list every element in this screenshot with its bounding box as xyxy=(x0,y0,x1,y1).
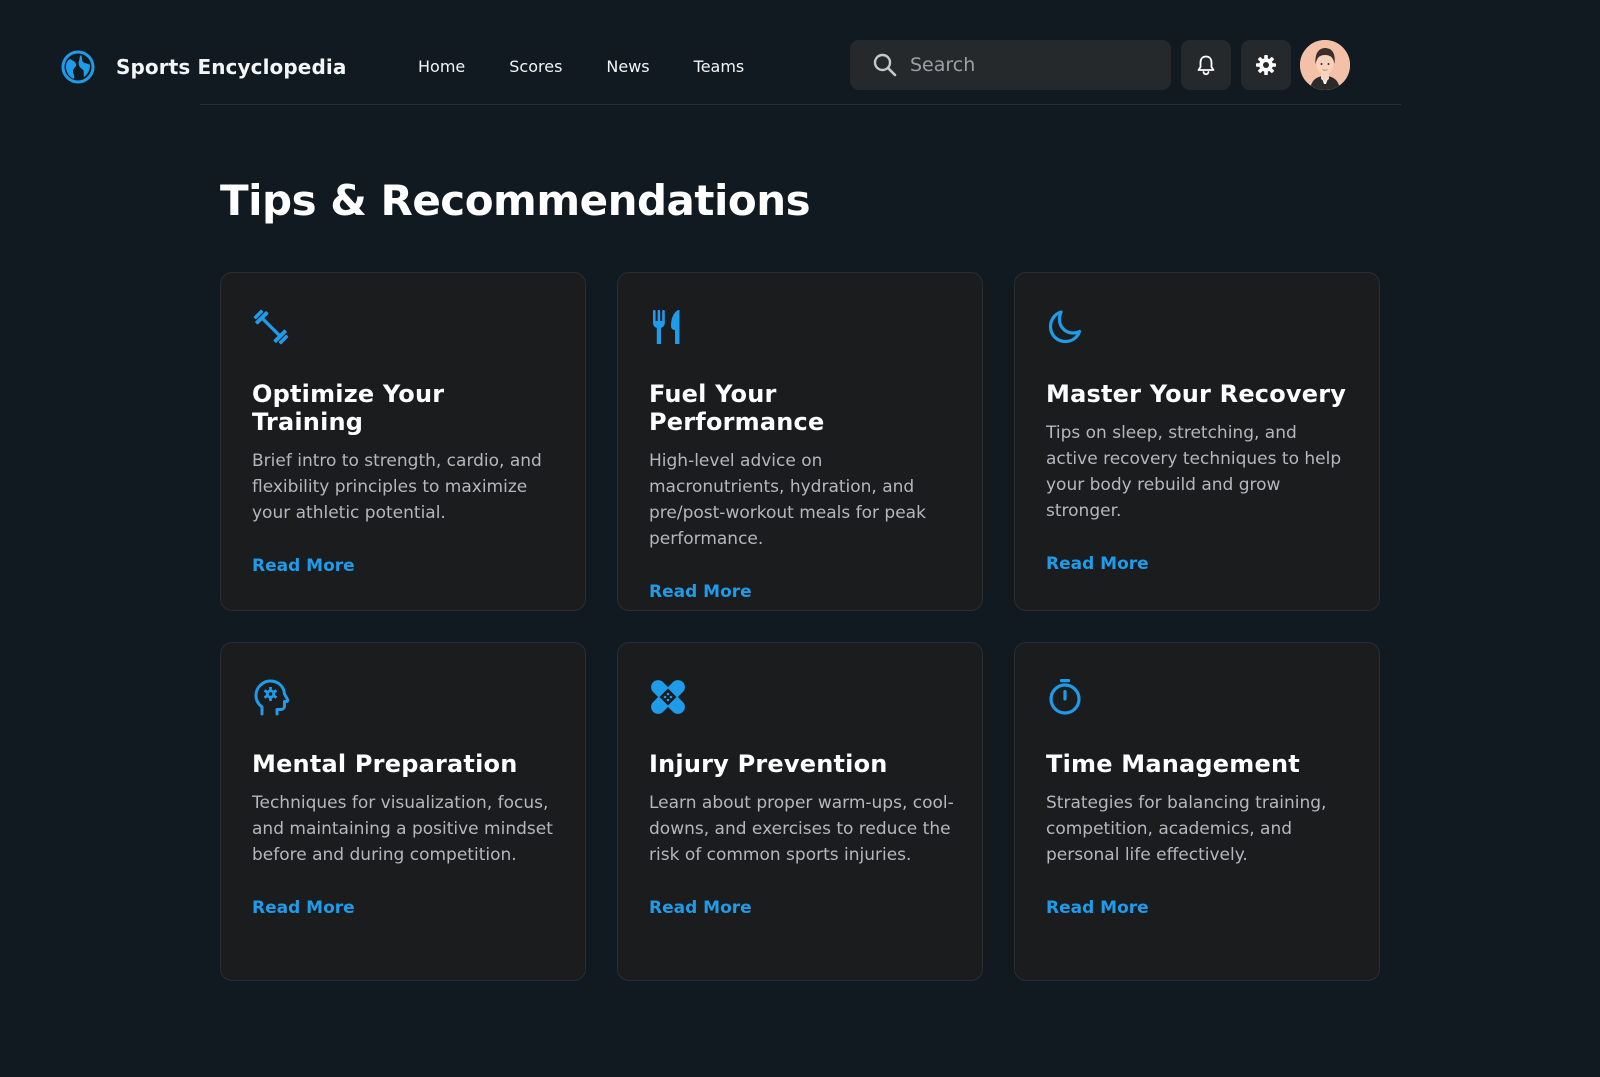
main-nav: Home Scores News Teams xyxy=(418,52,744,80)
card-description: High-level advice on macronutrients, hyd… xyxy=(649,451,926,549)
dumbbell-icon xyxy=(250,306,292,348)
moon-icon xyxy=(1044,306,1086,348)
card-description: Learn about proper warm-ups, cool-downs,… xyxy=(649,793,954,865)
read-more-link[interactable]: Read More xyxy=(649,898,752,918)
bandage-icon xyxy=(647,676,689,718)
user-avatar[interactable] xyxy=(1300,40,1350,90)
card-title: Master Your Recovery xyxy=(1046,380,1347,408)
tip-card: Fuel Your Performance High-level advice … xyxy=(617,272,983,611)
avatar-illustration xyxy=(1300,40,1350,90)
tip-card: Master Your Recovery Tips on sleep, stre… xyxy=(1014,272,1380,611)
brain-gear-icon xyxy=(250,676,292,718)
brand[interactable]: Sports Encyclopedia xyxy=(61,49,346,85)
settings-button[interactable] xyxy=(1241,40,1291,90)
card-description: Techniques for visualization, focus, and… xyxy=(252,793,553,865)
nav-scores[interactable]: Scores xyxy=(509,57,562,76)
read-more-link[interactable]: Read More xyxy=(252,556,355,576)
header-divider xyxy=(200,104,1401,105)
read-more-link[interactable]: Read More xyxy=(1046,554,1149,574)
card-title: Mental Preparation xyxy=(252,750,518,778)
search-icon xyxy=(873,53,897,77)
nav-news[interactable]: News xyxy=(606,57,649,76)
read-more-link[interactable]: Read More xyxy=(649,582,752,602)
search-input[interactable] xyxy=(910,54,1150,76)
nav-teams[interactable]: Teams xyxy=(694,57,745,76)
gear-icon xyxy=(1256,55,1276,75)
card-title: Injury Prevention xyxy=(649,750,888,778)
card-description: Tips on sleep, stretching, and active re… xyxy=(1046,423,1342,521)
card-description: Brief intro to strength, cardio, and fle… xyxy=(252,451,542,523)
search-bar[interactable] xyxy=(850,40,1171,90)
card-title: Fuel Your Performance xyxy=(649,380,825,436)
page-title: Tips & Recommendations xyxy=(220,176,811,225)
card-title: Optimize Your Training xyxy=(252,380,445,436)
notifications-button[interactable] xyxy=(1181,40,1231,90)
top-nav-bar: Sports Encyclopedia Home Scores News Tea… xyxy=(0,0,1600,106)
fork-knife-icon xyxy=(647,306,689,348)
brand-name: Sports Encyclopedia xyxy=(116,55,347,79)
tip-card: Mental Preparation Techniques for visual… xyxy=(220,642,586,981)
nav-home[interactable]: Home xyxy=(418,57,465,76)
tip-card: Injury Prevention Learn about proper war… xyxy=(617,642,983,981)
stopwatch-icon xyxy=(1044,676,1086,718)
globe-icon xyxy=(61,50,95,84)
tip-card: Optimize Your Training Brief intro to st… xyxy=(220,272,586,611)
bell-icon xyxy=(1197,55,1215,76)
card-description: Strategies for balancing training, compe… xyxy=(1046,793,1327,865)
tips-grid: Optimize Your Training Brief intro to st… xyxy=(220,272,1380,981)
card-title: Time Management xyxy=(1046,750,1300,778)
tip-card: Time Management Strategies for balancing… xyxy=(1014,642,1380,981)
read-more-link[interactable]: Read More xyxy=(252,898,355,918)
read-more-link[interactable]: Read More xyxy=(1046,898,1149,918)
